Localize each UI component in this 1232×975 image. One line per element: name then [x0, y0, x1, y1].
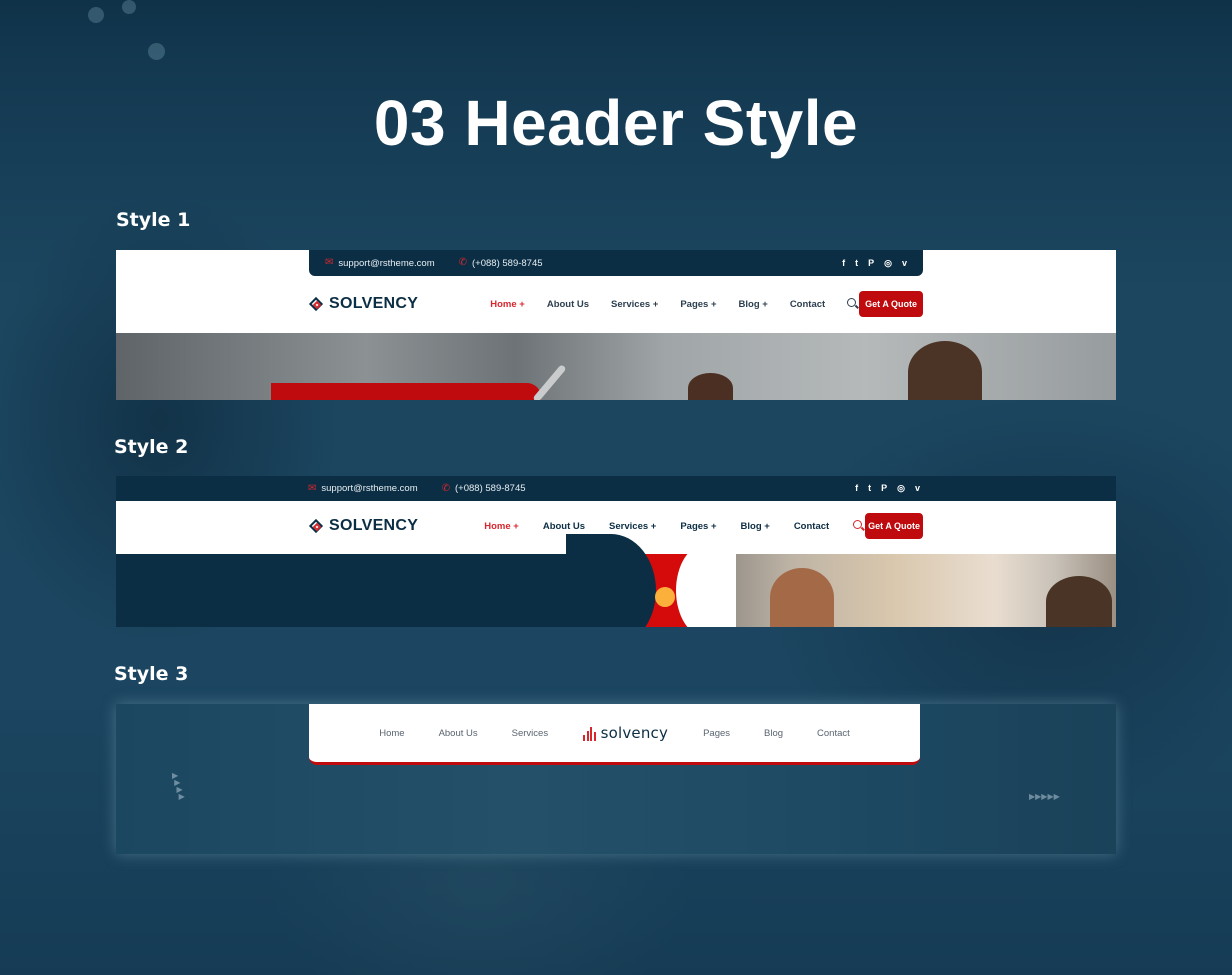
top-bar: ✉ support@rstheme.com ✆ (+088) 589-8745 …: [116, 476, 1116, 501]
get-a-quote-button[interactable]: Get A Quote: [865, 513, 923, 539]
logo[interactable]: solvency: [583, 723, 669, 742]
vimeo-icon[interactable]: v: [902, 258, 907, 269]
nav-item-blog[interactable]: Blog +: [741, 521, 770, 532]
phone-icon: ✆: [458, 257, 468, 268]
twitter-icon[interactable]: t: [868, 483, 871, 494]
page-title: 03 Header Style: [373, 87, 859, 159]
hero-banner: [116, 534, 1116, 627]
nav-item-about-us[interactable]: About Us: [547, 299, 589, 310]
nav-item-pages[interactable]: Pages +: [680, 299, 716, 310]
get-a-quote-button[interactable]: Get A Quote: [859, 291, 923, 317]
decorative-arrows-icon: ▶▶▶▶▶: [1029, 792, 1060, 801]
hero-photo: [708, 554, 1116, 627]
logo-diamond-icon: [308, 296, 324, 312]
nav-item-pages[interactable]: Pages +: [680, 521, 716, 532]
nav-item-services[interactable]: Services +: [609, 521, 656, 532]
facebook-icon[interactable]: f: [855, 483, 858, 494]
hero-person-hair: [908, 341, 982, 400]
top-bar: ✉ support@rstheme.com ✆ (+088) 589-8745 …: [309, 250, 923, 276]
hero-white-arc: [676, 544, 736, 627]
pinterest-icon[interactable]: P: [881, 483, 887, 494]
email-contact[interactable]: ✉ support@rstheme.com: [308, 483, 418, 494]
nav-item-about-us[interactable]: About Us: [439, 728, 478, 739]
hero-navy-arc: [566, 534, 656, 627]
nav-item-contact[interactable]: Contact: [817, 728, 850, 739]
logo-text: SOLVENCY: [329, 517, 419, 534]
logo-text: solvency: [600, 723, 669, 742]
search-icon[interactable]: [847, 298, 860, 310]
nav-item-contact[interactable]: Contact: [794, 521, 829, 532]
envelope-icon: ✉: [308, 482, 317, 494]
instagram-icon[interactable]: ◎: [884, 258, 892, 269]
instagram-icon[interactable]: ◎: [897, 483, 905, 494]
social-links: f t P ◎ v: [855, 483, 920, 494]
nav-item-blog[interactable]: Blog: [764, 728, 783, 739]
hero-person-man: [1046, 576, 1112, 627]
nav-menu-right: Pages Blog Contact: [686, 728, 867, 739]
email-text: support@rstheme.com: [321, 483, 418, 494]
bokeh-dot: [148, 43, 165, 60]
pinterest-icon[interactable]: P: [868, 258, 874, 269]
header-style-1-preview: ✉ support@rstheme.com ✆ (+088) 589-8745 …: [116, 250, 1116, 400]
logo-diamond-icon: [308, 518, 324, 534]
main-nav: SOLVENCY Home + About Us Services + Page…: [308, 290, 923, 318]
nav-item-about-us[interactable]: About Us: [543, 521, 585, 532]
decorative-arrows-icon: ▶ ▶ ▶ ▶: [172, 771, 185, 801]
logo[interactable]: SOLVENCY: [308, 295, 419, 313]
phone-contact[interactable]: ✆ (+088) 589-8745: [459, 258, 543, 269]
phone-contact[interactable]: ✆ (+088) 589-8745: [442, 483, 526, 494]
hero-image: [116, 333, 1116, 400]
logo-bars-icon: [583, 726, 596, 741]
vimeo-icon[interactable]: v: [915, 483, 920, 494]
nav-item-home[interactable]: Home: [379, 728, 404, 739]
nav-menu-left: Home About Us Services: [362, 728, 565, 739]
style-3-label: Style 3: [114, 663, 189, 685]
phone-icon: ✆: [441, 482, 451, 494]
nav-item-contact[interactable]: Contact: [790, 299, 825, 310]
facebook-icon[interactable]: f: [842, 258, 845, 269]
twitter-icon[interactable]: t: [855, 258, 858, 269]
style-2-label: Style 2: [114, 436, 189, 458]
hero-yellow-dot: [655, 587, 675, 607]
email-contact[interactable]: ✉ support@rstheme.com: [325, 258, 435, 269]
nav-item-home[interactable]: Home +: [490, 299, 525, 310]
nav-item-blog[interactable]: Blog +: [739, 299, 768, 310]
style-1-label: Style 1: [116, 209, 191, 231]
search-icon[interactable]: [853, 520, 866, 532]
logo-text: SOLVENCY: [329, 295, 419, 312]
logo[interactable]: SOLVENCY: [308, 517, 419, 535]
envelope-icon: ✉: [325, 257, 334, 268]
bokeh-dot: [88, 7, 104, 23]
nav-item-home[interactable]: Home +: [484, 521, 519, 532]
nav-item-services[interactable]: Services: [512, 728, 548, 739]
social-links: f t P ◎ v: [842, 258, 907, 269]
bokeh-dot: [122, 0, 136, 14]
phone-text: (+088) 589-8745: [455, 483, 526, 494]
hero-stripe: [532, 364, 567, 400]
hero-person-woman: [770, 568, 834, 627]
nav-item-pages[interactable]: Pages: [703, 728, 730, 739]
nav-item-services[interactable]: Services +: [611, 299, 658, 310]
header-style-3-preview: ▶ ▶ ▶ ▶ ▶▶▶▶▶ Home About Us Services sol…: [116, 704, 1116, 854]
nav-menu: Home + About Us Services + Pages + Blog …: [484, 520, 866, 532]
header-style-2-preview: ✉ support@rstheme.com ✆ (+088) 589-8745 …: [116, 476, 1116, 627]
hero-person-hair: [688, 373, 733, 400]
phone-text: (+088) 589-8745: [472, 257, 543, 269]
nav-menu: Home + About Us Services + Pages + Blog …: [490, 298, 860, 310]
email-text: support@rstheme.com: [338, 257, 435, 269]
floating-nav: Home About Us Services solvency Pages Bl…: [309, 704, 920, 765]
hero-red-block: [271, 383, 541, 400]
